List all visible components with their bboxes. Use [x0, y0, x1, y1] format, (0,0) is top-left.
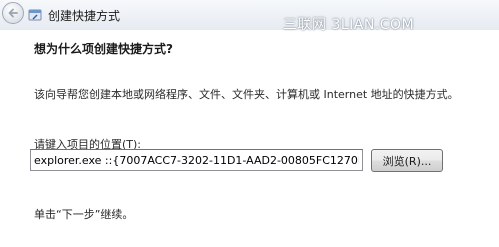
page-heading: 想为什么项创建快捷方式? — [34, 42, 173, 56]
back-arrow-icon — [8, 8, 18, 18]
wizard-description: 该向导帮您创建本地或网络程序、文件、文件夹、计算机或 Internet 地址的快… — [34, 88, 459, 101]
window-title: 创建快捷方式 — [48, 9, 121, 23]
location-input[interactable] — [30, 149, 363, 171]
back-button[interactable] — [2, 2, 24, 24]
watermark: 三联网 3LIAN.COM — [283, 17, 415, 33]
shortcut-wizard-icon — [28, 9, 42, 21]
browse-button[interactable]: 浏览(R)... — [371, 149, 443, 172]
title-bar: 创建快捷方式 三联网 3LIAN.COM — [0, 0, 499, 33]
footer-instruction: 单击“下一步”继续。 — [34, 208, 134, 221]
